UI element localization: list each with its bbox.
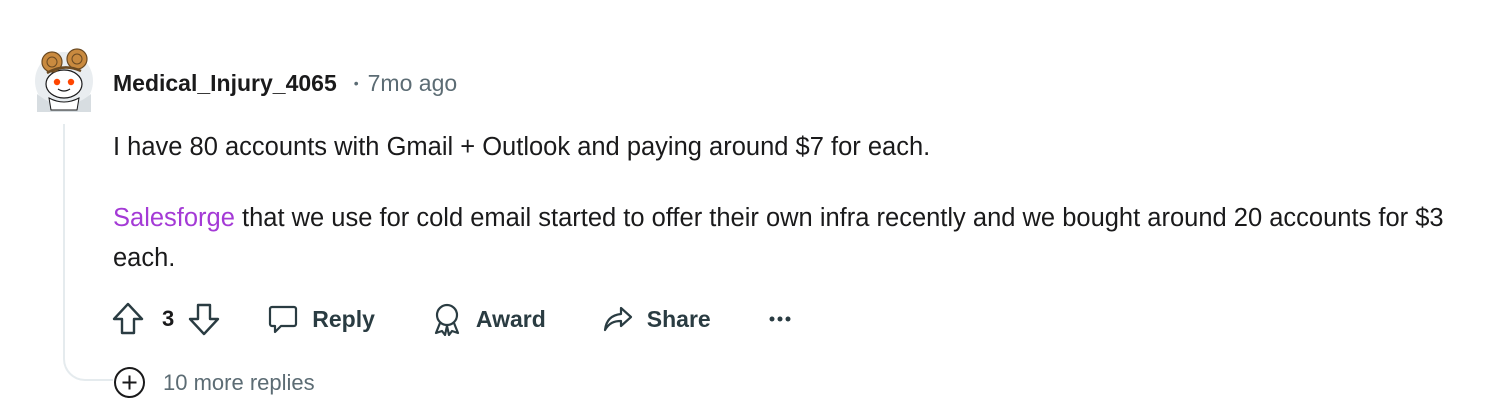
comment-actions: 3 Reply Award Share	[111, 298, 791, 340]
comment-timestamp[interactable]: 7mo ago	[368, 70, 458, 97]
comment-meta: Medical_Injury_4065 • 7mo ago	[113, 68, 457, 98]
reply-label: Reply	[312, 305, 375, 332]
comment-body: I have 80 accounts with Gmail + Outlook …	[113, 127, 1473, 309]
upvote-button[interactable]	[111, 301, 145, 337]
vote-count: 3	[162, 306, 175, 331]
comment-author[interactable]: Medical_Injury_4065	[113, 70, 337, 97]
comment-paragraph-2: Salesforge that we use for cold email st…	[113, 198, 1473, 278]
vote-control: 3	[111, 301, 221, 337]
comment-paragraph-2-text: that we use for cold email started to of…	[113, 204, 1444, 272]
thread-line[interactable]	[63, 124, 113, 381]
more-replies-label: 10 more replies	[163, 369, 315, 395]
share-label: Share	[646, 305, 711, 332]
comment-bubble-icon	[269, 305, 298, 334]
snoo-avatar-icon	[35, 48, 93, 112]
meta-separator: •	[353, 75, 359, 91]
share-button[interactable]: Share	[602, 304, 711, 334]
reply-button[interactable]: Reply	[267, 303, 375, 335]
award-icon	[434, 303, 459, 336]
downvote-button[interactable]	[187, 301, 221, 337]
award-button[interactable]: Award	[431, 302, 546, 336]
more-options-button[interactable]	[769, 315, 791, 323]
award-label: Award	[475, 305, 546, 332]
plus-circle-icon	[114, 367, 145, 398]
share-arrow-icon	[603, 306, 632, 332]
comment-paragraph-1: I have 80 accounts with Gmail + Outlook …	[113, 133, 931, 161]
avatar[interactable]	[33, 46, 95, 112]
more-dots-icon	[769, 316, 791, 322]
more-replies-button[interactable]: 10 more replies	[113, 366, 315, 399]
upvote-icon	[112, 302, 144, 335]
salesforge-link[interactable]: Salesforge	[113, 204, 235, 232]
downvote-icon	[189, 303, 220, 336]
